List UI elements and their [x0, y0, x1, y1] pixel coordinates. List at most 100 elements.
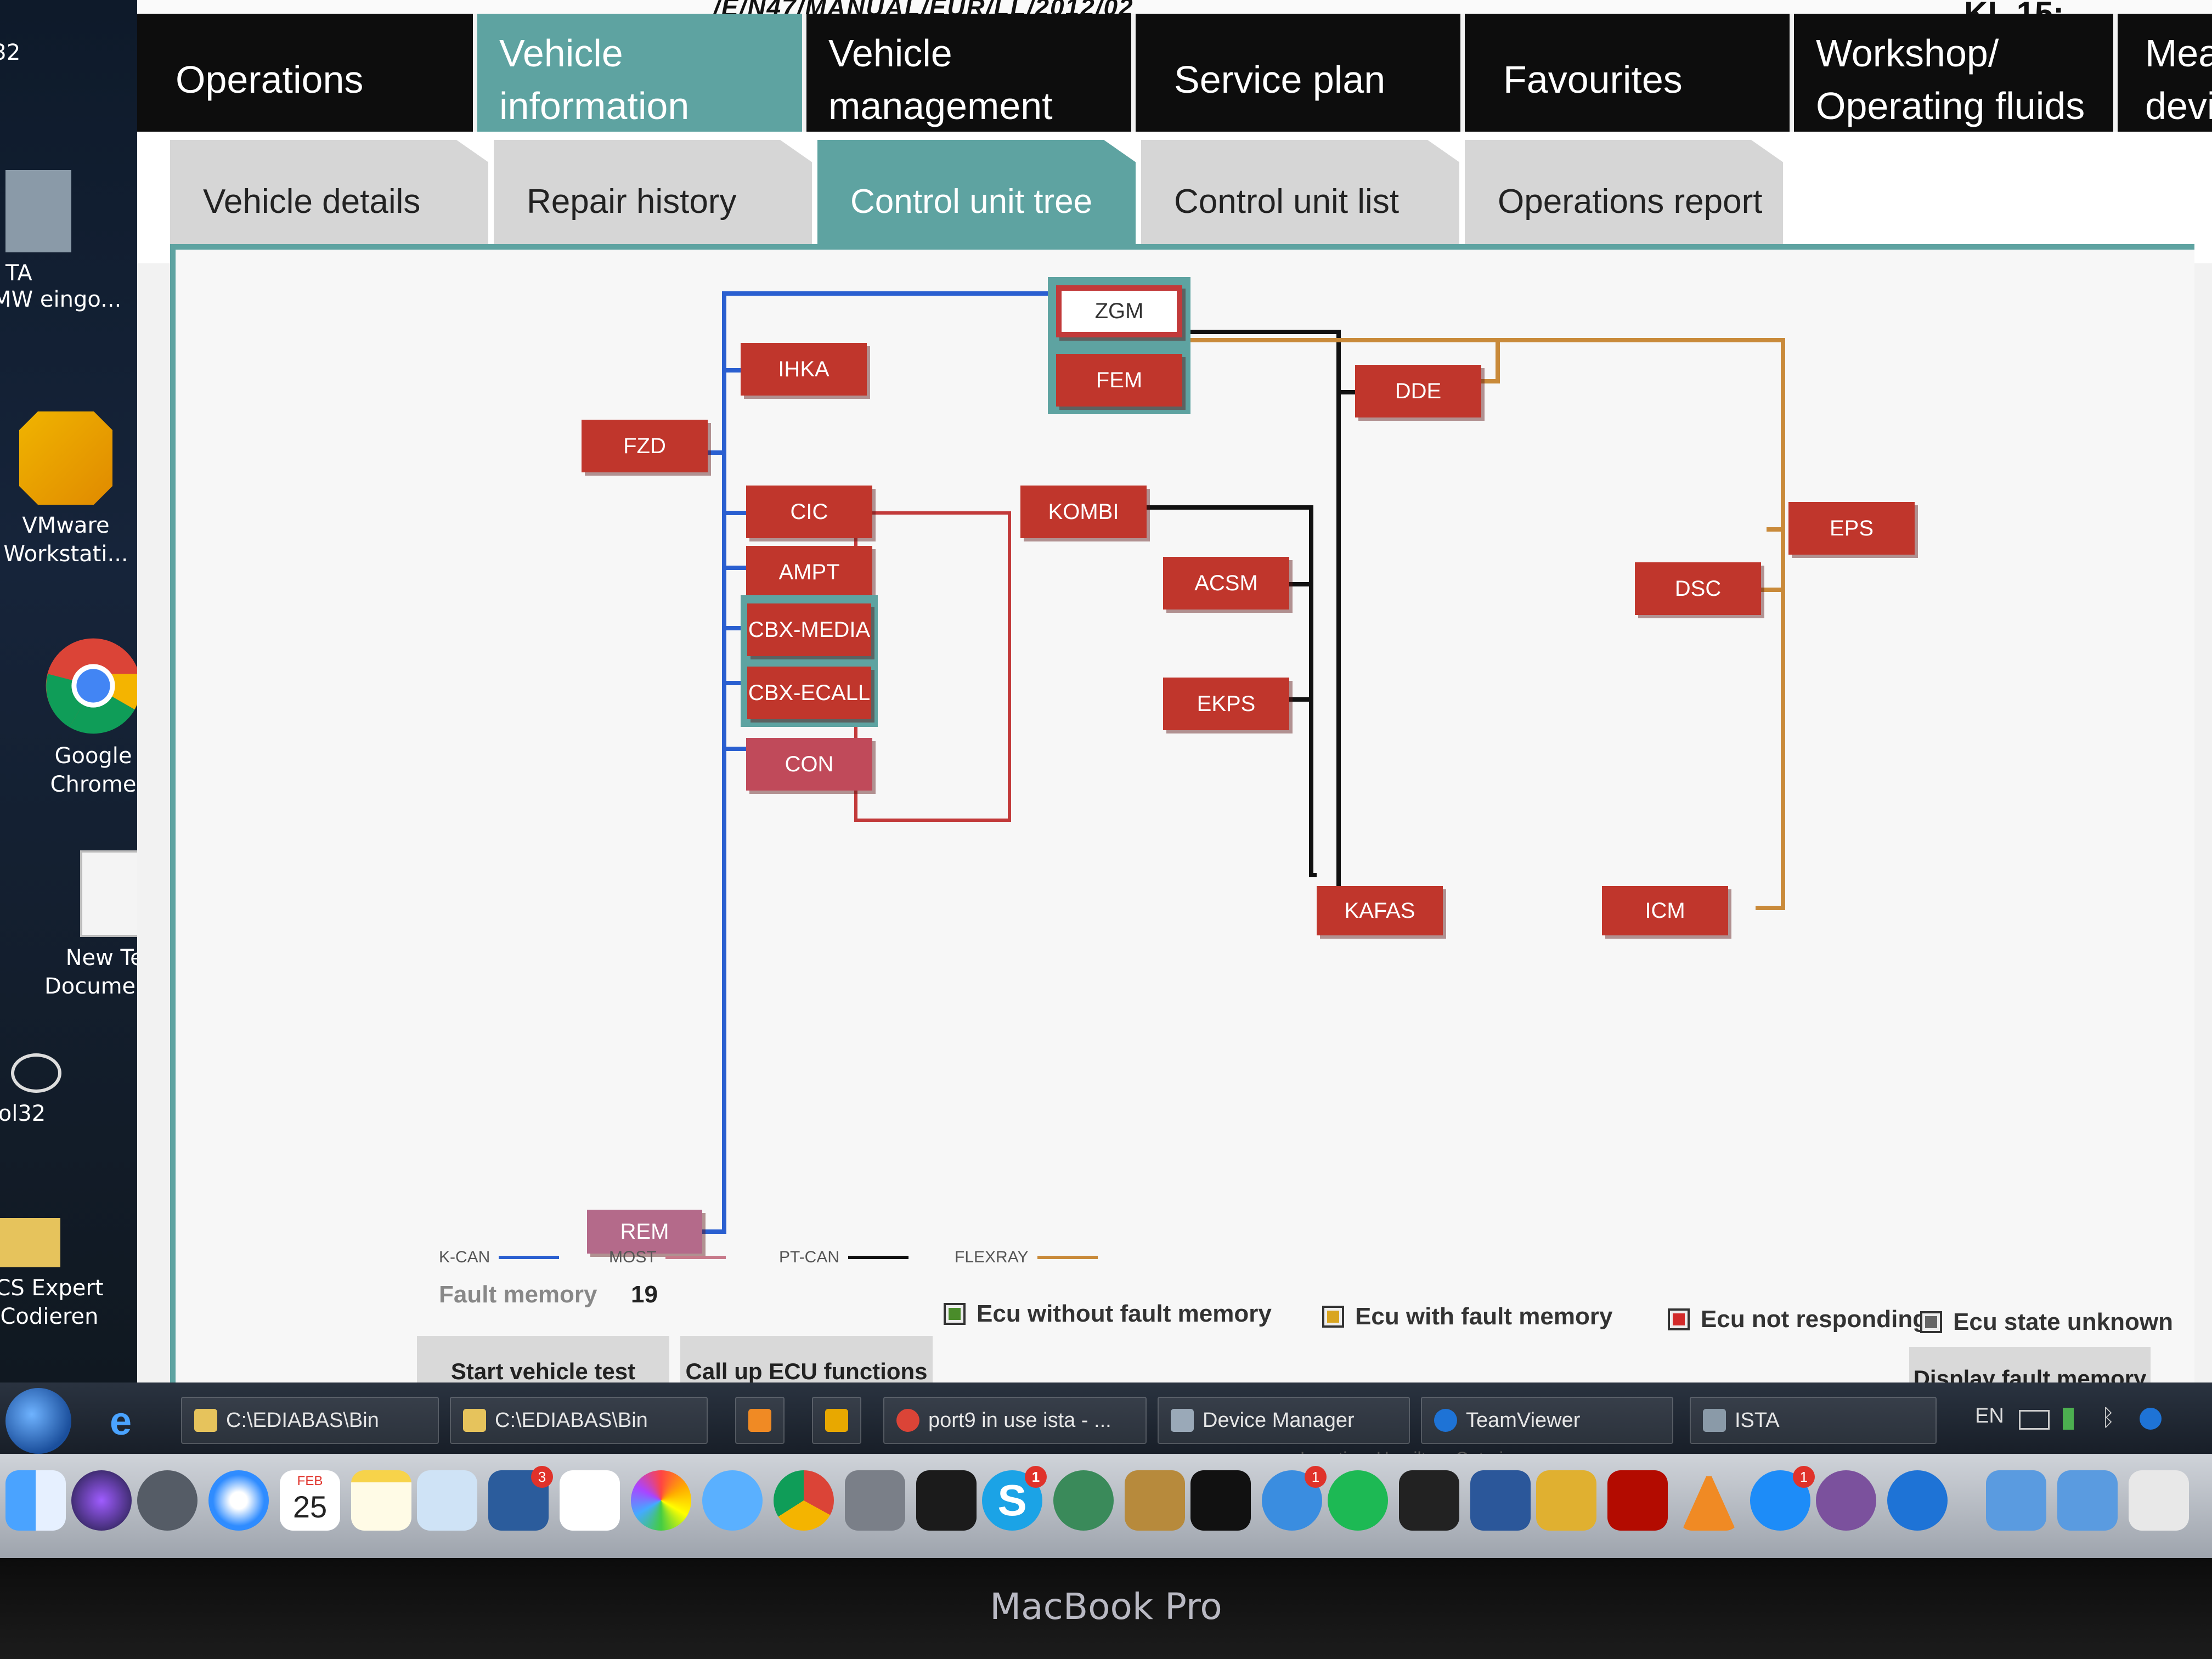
status-ecu-without-fault-memory: Ecu without fault memory — [944, 1300, 1272, 1328]
status-ecu-with-fault-memory: Ecu with fault memory — [1322, 1303, 1612, 1330]
applications-folder-icon[interactable] — [1986, 1470, 2046, 1531]
tab-measuring-devices[interactable]: Meas devic — [2118, 14, 2212, 145]
ecu-icm[interactable]: ICM — [1602, 886, 1728, 935]
ista-window: /E/N47/MANUAL/EUR/LL/2012/02 KL 15: – Op… — [137, 0, 2212, 1404]
ecu-dde[interactable]: DDE — [1355, 365, 1481, 417]
control-unit-tree: ZGM FEM IHKA FZD CIC AMPT CBX-MEDIA CBX-… — [170, 244, 2194, 1404]
folder-icon — [194, 1409, 217, 1432]
tab-operations[interactable]: Operations — [137, 14, 477, 145]
ista-icon — [1703, 1409, 1726, 1432]
safari-icon[interactable] — [208, 1470, 269, 1531]
desktop-icon-cs-expert[interactable]: CS Expert Codieren — [0, 1218, 132, 1331]
ecu-ihka[interactable]: IHKA — [741, 343, 867, 396]
ecu-cbx-media[interactable]: CBX-MEDIA — [747, 603, 871, 656]
desktop-icon-ista[interactable]: TA — [0, 170, 121, 287]
ecu-cic[interactable]: CIC — [746, 486, 872, 538]
spotify-icon[interactable] — [1328, 1470, 1388, 1531]
system-tray: EN ᛒ — [1953, 1393, 2211, 1448]
ecu-zgm[interactable]: ZGM — [1056, 285, 1182, 337]
messages-icon[interactable] — [702, 1470, 763, 1531]
preview-icon[interactable] — [417, 1470, 477, 1531]
tab-favourites[interactable]: Favourites — [1465, 14, 1794, 145]
taskbar-vmware[interactable] — [812, 1397, 861, 1444]
calendar-icon[interactable]: FEB 25 — [280, 1470, 340, 1531]
ecu-con[interactable]: CON — [746, 738, 872, 791]
media-player-icon — [748, 1409, 771, 1432]
tab-vehicle-information[interactable]: Vehicle information — [477, 14, 806, 145]
main-navigation: Operations Vehicle information Vehicle m… — [137, 14, 2212, 145]
launchpad-icon[interactable] — [137, 1470, 198, 1531]
ecu-cbx-ecall[interactable]: CBX-ECALL — [747, 667, 871, 719]
taskbar-device-manager[interactable]: Device Manager — [1158, 1397, 1410, 1444]
desktop-icon-bmw[interactable]: BMW eingo... — [0, 285, 132, 314]
start-button[interactable] — [5, 1388, 71, 1454]
ecu-dsc[interactable]: DSC — [1635, 562, 1761, 615]
ecu-ampt[interactable]: AMPT — [746, 546, 872, 599]
ecu-ekps[interactable]: EKPS — [1163, 678, 1289, 730]
ista-icon — [5, 170, 71, 252]
desktop-icon-v32[interactable]: v32 — [0, 38, 82, 67]
vlc-icon[interactable] — [1681, 1470, 1736, 1531]
photos-icon[interactable] — [631, 1470, 691, 1531]
finder-icon[interactable] — [5, 1470, 66, 1531]
taskbar-ediabas-2[interactable]: C:\EDIABAS\Bin — [450, 1397, 708, 1444]
chrome-icon — [896, 1409, 919, 1432]
ecu-eps[interactable]: EPS — [1788, 502, 1915, 555]
network-icon[interactable] — [2140, 1408, 2162, 1430]
fault-memory-label: Fault memory — [439, 1281, 597, 1308]
ecu-fzd[interactable]: FZD — [582, 420, 708, 472]
desktop-icon-vmware[interactable]: VMware Workstati... — [0, 411, 148, 568]
taskbar-media-player[interactable] — [735, 1397, 785, 1444]
teamviewer-icon[interactable] — [1887, 1470, 1948, 1531]
desktop-icon-ol32[interactable]: ol32 — [0, 1053, 104, 1128]
ecu-kombi[interactable]: KOMBI — [1020, 486, 1147, 538]
eye-icon — [11, 1053, 61, 1093]
sub-navigation: Vehicle details Repair history Control u… — [137, 132, 2212, 263]
console-icon[interactable] — [1399, 1470, 1459, 1531]
reminders-icon[interactable] — [560, 1470, 620, 1531]
macbook-pro-label: MacBook Pro — [990, 1585, 1222, 1628]
ecu-fem[interactable]: FEM — [1056, 354, 1182, 407]
notes-icon[interactable] — [351, 1470, 411, 1531]
tab-vehicle-management[interactable]: Vehicle management — [806, 14, 1136, 145]
siri-icon[interactable] — [71, 1470, 132, 1531]
ecu-acsm[interactable]: ACSM — [1163, 557, 1289, 610]
keyboard-icon[interactable] — [2019, 1410, 2050, 1430]
language-indicator[interactable]: EN — [1975, 1404, 2004, 1428]
acrobat-icon[interactable] — [1607, 1470, 1668, 1531]
ecu-kafas[interactable]: KAFAS — [1317, 886, 1443, 935]
activity-monitor-icon[interactable] — [1190, 1470, 1251, 1531]
tab-service-plan[interactable]: Service plan — [1136, 14, 1465, 145]
bluetooth-icon[interactable]: ᛒ — [2101, 1404, 2115, 1431]
skype-icon[interactable]: S1 — [982, 1466, 1047, 1531]
taskbar-ista[interactable]: ISTA — [1690, 1397, 1937, 1444]
fault-memory-count: 19 — [631, 1281, 658, 1308]
word-icon[interactable] — [1470, 1470, 1531, 1531]
legend-flexray: FLEXRAY — [955, 1248, 1098, 1267]
remote-desktop-icon[interactable]: 1 — [1262, 1466, 1327, 1531]
power-icon[interactable] — [2063, 1408, 2074, 1430]
vmware-icon — [825, 1409, 848, 1432]
internet-explorer-icon[interactable]: e — [110, 1399, 154, 1443]
taskbar-teamviewer[interactable]: TeamViewer — [1421, 1397, 1673, 1444]
app-store-icon[interactable]: 1 — [1750, 1466, 1815, 1531]
status-ecu-state-unknown: Ecu state unknown — [1920, 1308, 2173, 1336]
mac-dock: FEB 25 3 S1 1 1 — [0, 1454, 2212, 1558]
archive-utility-icon[interactable] — [1125, 1470, 1185, 1531]
atom-icon[interactable] — [1053, 1470, 1114, 1531]
system-preferences-icon[interactable] — [845, 1470, 905, 1531]
terminal-icon[interactable] — [916, 1470, 977, 1531]
mail-server-icon[interactable] — [1536, 1470, 1596, 1531]
taskbar-chrome[interactable]: port9 in use ista - ... — [883, 1397, 1147, 1444]
photo-booth-icon[interactable]: 3 — [488, 1466, 553, 1531]
status-ecu-not-responding: Ecu not responding — [1668, 1306, 1927, 1333]
ecu-rem[interactable]: REM — [587, 1210, 702, 1254]
viber-icon[interactable] — [1816, 1470, 1876, 1531]
downloads-folder-icon[interactable] — [2057, 1470, 2118, 1531]
chrome-icon[interactable] — [774, 1470, 834, 1531]
legend-most: MOST — [609, 1248, 726, 1267]
taskbar-ediabas-1[interactable]: C:\EDIABAS\Bin — [181, 1397, 439, 1444]
tab-workshop-operating-fluids[interactable]: Workshop/ Operating fluids — [1794, 14, 2118, 145]
chrome-icon — [46, 638, 141, 734]
documents-stack-icon[interactable] — [2129, 1470, 2189, 1531]
